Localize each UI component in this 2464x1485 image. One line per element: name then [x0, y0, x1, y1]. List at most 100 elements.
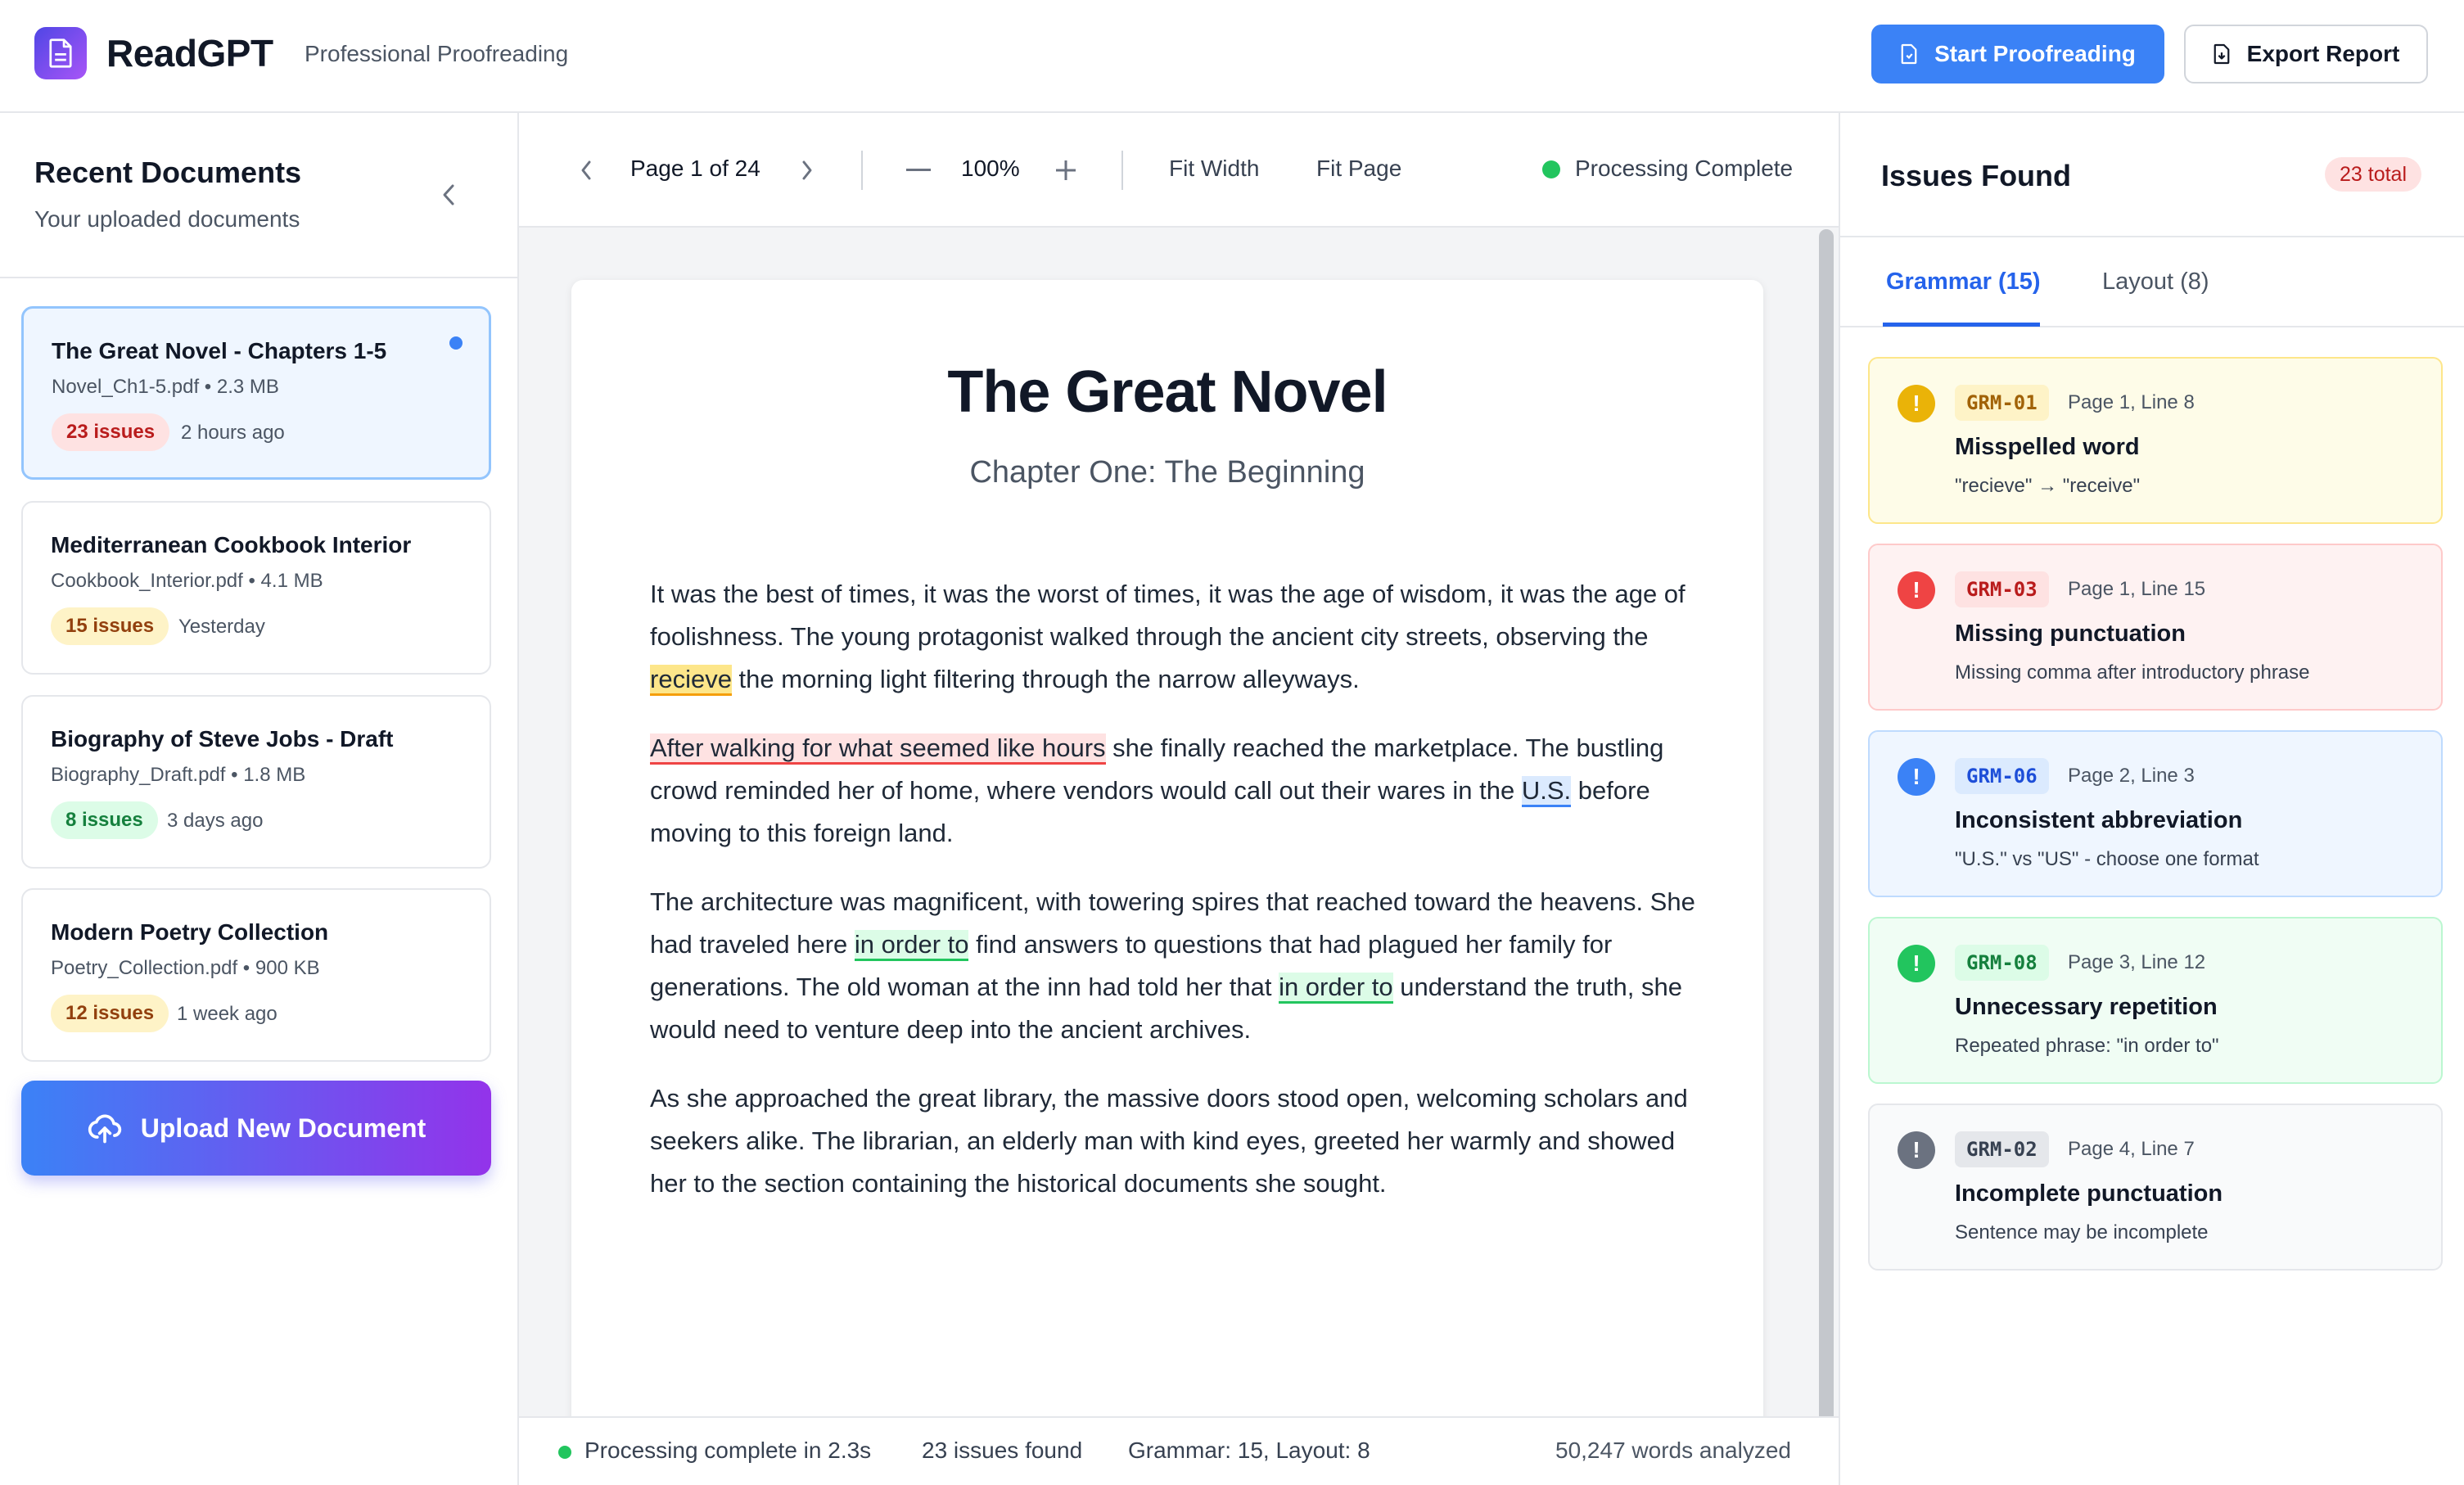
document-meta: Biography_Draft.pdf • 1.8 MB [51, 764, 306, 786]
upload-document-button[interactable]: Upload New Document [21, 1081, 491, 1176]
issues-badge: 15 issues [51, 607, 169, 645]
issues-breakdown: Grammar: 15, Layout: 8 [1128, 1438, 1370, 1463]
document-card[interactable]: Mediterranean Cookbook Interior Cookbook… [21, 501, 491, 675]
document-time: 1 week ago [177, 1003, 278, 1025]
chevron-left-icon [443, 184, 454, 205]
processing-time: Processing complete in 2.3s [584, 1438, 872, 1463]
total-issues-badge: 23 total [2325, 157, 2422, 192]
alert-icon: ! [1898, 945, 1935, 982]
issue-location: Page 2, Line 3 [2068, 765, 2195, 787]
issues-header: Issues Found 23 total [1840, 113, 2464, 237]
issues-badge: 8 issues [51, 801, 158, 839]
issues-badge: 12 issues [51, 995, 169, 1032]
sidebar-title: Recent Documents [34, 156, 302, 189]
app-header: ReadGPT Professional Proofreading Start … [0, 0, 2464, 113]
document-paragraph: As she approached the great library, the… [650, 1084, 1688, 1198]
document-paragraph: After walking for what seemed like hours… [650, 727, 1706, 855]
app-logo [34, 27, 87, 79]
document-card[interactable]: The Great Novel - Chapters 1-5 Novel_Ch1… [21, 306, 491, 480]
file-export-icon [2214, 43, 2230, 65]
issue-card[interactable]: ! GRM-02 Page 4, Line 7 Incomplete punct… [1868, 1104, 2443, 1271]
sidebar-subtitle: Your uploaded documents [34, 206, 300, 232]
issue-code: GRM-03 [1955, 571, 2049, 607]
issue-code: GRM-02 [1955, 1131, 2049, 1167]
document-viewer: Page 1 of 24 100% Fit Width Fit Page Pro… [519, 113, 1839, 1485]
repetition-highlight[interactable]: in order to [854, 930, 969, 961]
processing-status: Processing Complete [1575, 156, 1794, 181]
document-heading: The Great Novel [947, 359, 1388, 425]
status-indicator [558, 1446, 571, 1459]
document-card[interactable]: Modern Poetry Collection Poetry_Collecti… [21, 888, 491, 1062]
document-paragraph: It was the best of times, it was the wor… [650, 573, 1706, 701]
document-time: Yesterday [178, 616, 265, 638]
chevron-left-icon [581, 160, 591, 180]
issue-location: Page 3, Line 12 [2068, 951, 2206, 973]
issue-description: Sentence may be incomplete [1955, 1221, 2209, 1244]
zoom-out-button[interactable] [904, 159, 933, 182]
document-scroll-area[interactable]: The Great Novel Chapter One: The Beginni… [519, 228, 1839, 1485]
app-subtitle: Professional Proofreading [305, 41, 569, 66]
minus-icon [906, 169, 931, 171]
next-page-button[interactable] [797, 156, 817, 185]
document-meta: Poetry_Collection.pdf • 900 KB [51, 957, 320, 979]
alert-icon: ! [1898, 385, 1935, 422]
export-report-button[interactable]: Export Report [2184, 25, 2428, 84]
document-card[interactable]: Biography of Steve Jobs - Draft Biograph… [21, 695, 491, 869]
toolbar-divider [861, 151, 863, 190]
viewer-toolbar: Page 1 of 24 100% Fit Width Fit Page Pro… [519, 113, 1839, 228]
active-tab-indicator [1883, 323, 2040, 327]
issue-title: Incomplete punctuation [1955, 1180, 2223, 1207]
issues-badge: 23 issues [52, 413, 170, 451]
toolbar-divider [1121, 151, 1123, 190]
status-bar: Processing complete in 2.3s 23 issues fo… [519, 1416, 1839, 1485]
issue-title: Misspelled word [1955, 434, 2140, 460]
issue-code: GRM-08 [1955, 945, 2049, 981]
fit-page-button[interactable]: Fit Page [1316, 156, 1401, 182]
issue-title: Unnecessary repetition [1955, 994, 2218, 1020]
vertical-scrollbar[interactable] [1819, 229, 1834, 1429]
punctuation-error-highlight[interactable]: After walking for what seemed like hours [650, 733, 1106, 765]
start-proofreading-label: Start Proofreading [1934, 41, 2136, 66]
issue-location: Page 1, Line 8 [2068, 391, 2195, 413]
issue-description: "U.S." vs "US" - choose one format [1955, 848, 2259, 870]
repetition-highlight[interactable]: in order to [1279, 973, 1393, 1004]
issue-title: Inconsistent abbreviation [1955, 807, 2243, 833]
issue-description: Missing comma after introductory phrase [1955, 661, 2310, 684]
document-meta: Cookbook_Interior.pdf • 4.1 MB [51, 570, 323, 592]
document-time: 2 hours ago [181, 422, 285, 444]
document-title: The Great Novel - Chapters 1-5 [52, 338, 387, 363]
fit-width-button[interactable]: Fit Width [1169, 156, 1259, 182]
abbreviation-error-highlight[interactable]: U.S. [1521, 776, 1572, 807]
issues-title: Issues Found [1881, 159, 2072, 192]
sidebar-header: Recent Documents Your uploaded documents [0, 113, 517, 278]
start-proofreading-button[interactable]: Start Proofreading [1871, 25, 2164, 84]
zoom-in-button[interactable] [1053, 156, 1079, 185]
issue-description: "recieve" → "receive" [1955, 475, 2141, 497]
paragraph-text: the morning light filtering through the … [731, 665, 1360, 693]
issue-description: Repeated phrase: "in order to" [1955, 1035, 2219, 1057]
issue-card[interactable]: ! GRM-08 Page 3, Line 12 Unnecessary rep… [1868, 917, 2443, 1084]
alert-icon: ! [1898, 758, 1935, 796]
issue-card[interactable]: ! GRM-03 Page 1, Line 15 Missing punctua… [1868, 544, 2443, 711]
status-indicator [1542, 160, 1560, 178]
cloud-upload-icon [88, 1114, 121, 1144]
issue-card[interactable]: ! GRM-01 Page 1, Line 8 Misspelled word … [1868, 357, 2443, 524]
issue-location: Page 1, Line 15 [2068, 578, 2206, 600]
issue-code: GRM-01 [1955, 385, 2049, 421]
spelling-error-highlight[interactable]: recieve [650, 665, 732, 696]
issue-card[interactable]: ! GRM-06 Page 2, Line 3 Inconsistent abb… [1868, 730, 2443, 897]
tab-layout[interactable]: Layout (8) [2102, 269, 2209, 296]
tab-grammar[interactable]: Grammar (15) [1886, 269, 2041, 296]
page-indicator: Page 1 of 24 [630, 156, 760, 181]
issue-title: Missing punctuation [1955, 621, 2186, 647]
zoom-level: 100% [961, 156, 1020, 181]
document-time: 3 days ago [167, 810, 264, 832]
collapse-sidebar-button[interactable] [434, 178, 463, 211]
issue-location: Page 4, Line 7 [2068, 1138, 2195, 1160]
document-meta: Novel_Ch1-5.pdf • 2.3 MB [52, 376, 279, 398]
document-paragraph: The architecture was magnificent, with t… [650, 881, 1706, 1051]
export-report-label: Export Report [2246, 41, 2400, 66]
previous-page-button[interactable] [576, 156, 596, 185]
active-indicator [449, 336, 463, 350]
alert-icon: ! [1898, 571, 1935, 609]
